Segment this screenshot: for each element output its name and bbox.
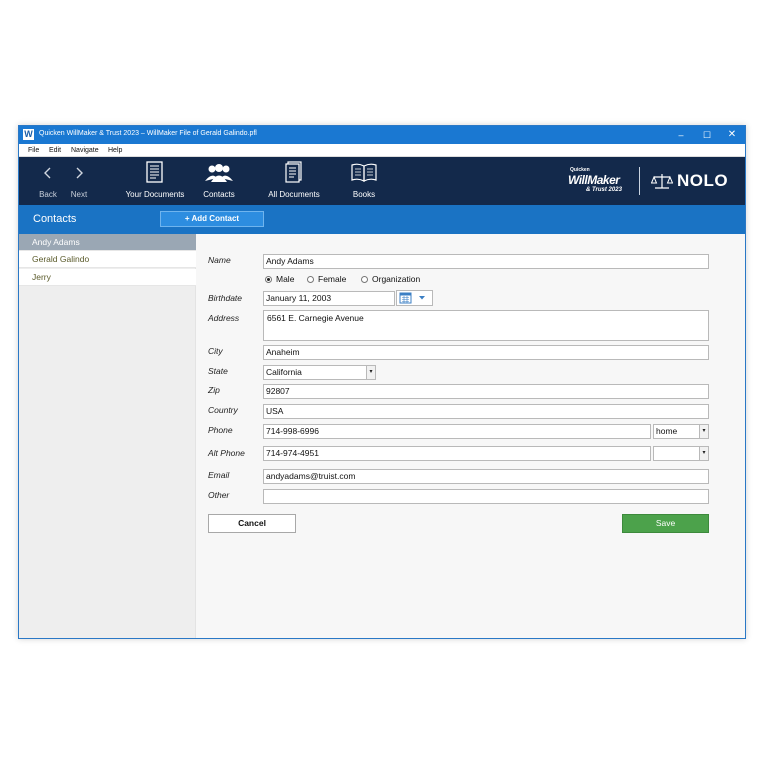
email-label: Email	[208, 470, 230, 480]
gender-male-radio[interactable]: Male	[265, 274, 294, 284]
radio-selected-icon	[265, 275, 272, 283]
alt-phone-input[interactable]: 714-974-4951	[263, 446, 651, 461]
contact-item-gerald-galindo[interactable]: Gerald Galindo	[19, 251, 196, 268]
city-input[interactable]: Anaheim	[263, 345, 709, 360]
save-button[interactable]: Save	[622, 514, 709, 533]
radio-icon	[361, 275, 368, 283]
brand-nolo: NOLO	[677, 171, 729, 190]
scales-icon	[651, 174, 673, 189]
documents-icon	[259, 161, 329, 185]
dropdown-arrow-icon: ▾	[699, 447, 708, 460]
back-label: Back	[39, 190, 57, 199]
address-label: Address	[208, 313, 240, 323]
gender-female-label: Female	[318, 274, 347, 284]
title-bar: W Quicken WillMaker & Trust 2023 – WillM…	[19, 126, 745, 144]
birthdate-input[interactable]: January 11, 2003	[263, 291, 395, 306]
next-label: Next	[70, 190, 88, 199]
state-label: State	[208, 366, 228, 376]
all-documents-label: All Documents	[268, 190, 320, 199]
brand-divider	[639, 167, 640, 195]
gender-organization-radio[interactable]: Organization	[361, 274, 420, 284]
phone-input[interactable]: 714-998-6996	[263, 424, 651, 439]
next-button[interactable]: Next	[64, 157, 94, 205]
gender-male-label: Male	[276, 274, 295, 284]
contact-item-jerry[interactable]: Jerry	[19, 269, 196, 286]
contacts-label: Contacts	[203, 190, 235, 199]
zip-label: Zip	[208, 385, 220, 395]
maximize-button[interactable]: ☐	[694, 126, 720, 144]
alt-phone-label: Alt Phone	[208, 448, 245, 458]
state-value: California	[266, 367, 302, 377]
alt-phone-type-select[interactable]: ▾	[653, 446, 709, 461]
name-input[interactable]: Andy Adams	[263, 254, 709, 269]
contacts-button[interactable]: Contacts	[194, 157, 244, 205]
minimize-button[interactable]: –	[668, 126, 694, 144]
radio-icon	[307, 275, 314, 283]
name-label: Name	[208, 255, 231, 265]
menu-bar: File Edit Navigate Help	[19, 144, 745, 157]
document-icon	[107, 161, 203, 185]
zip-input[interactable]: 92807	[263, 384, 709, 399]
menu-help[interactable]: Help	[108, 147, 122, 154]
phone-type-value: home	[656, 426, 678, 436]
calendar-icon	[399, 292, 425, 304]
contacts-icon	[194, 161, 244, 185]
menu-file[interactable]: File	[28, 147, 39, 154]
cancel-button[interactable]: Cancel	[208, 514, 296, 533]
your-documents-button[interactable]: Your Documents	[107, 157, 203, 205]
brand-trust: & Trust 2023	[586, 187, 622, 193]
willmaker-logo: Quicken WillMaker & Trust 2023	[568, 167, 634, 195]
address-textarea[interactable]: 6561 E. Carnegie Avenue	[263, 310, 709, 341]
books-button[interactable]: Books	[345, 157, 383, 205]
app-window: W Quicken WillMaker & Trust 2023 – WillM…	[18, 125, 746, 639]
brand-willmaker: WillMaker	[568, 173, 620, 187]
menu-edit[interactable]: Edit	[49, 147, 61, 154]
dropdown-arrow-icon: ▾	[699, 425, 708, 438]
chevron-left-icon	[33, 161, 63, 185]
dropdown-arrow-icon: ▾	[366, 366, 375, 379]
toolbar: Back Next Your Documents Contacts All Do…	[19, 157, 745, 205]
phone-label: Phone	[208, 425, 233, 435]
your-documents-label: Your Documents	[125, 190, 185, 199]
state-select[interactable]: California ▾	[263, 365, 376, 380]
country-input[interactable]: USA	[263, 404, 709, 419]
contacts-list: Andy Adams Gerald Galindo Jerry	[19, 234, 196, 638]
nolo-logo: NOLO	[651, 169, 728, 193]
back-button[interactable]: Back	[33, 157, 63, 205]
email-input[interactable]: andyadams@truist.com	[263, 469, 709, 484]
page-title: Contacts	[33, 213, 77, 225]
chevron-right-icon	[64, 161, 94, 185]
all-documents-button[interactable]: All Documents	[259, 157, 329, 205]
add-contact-button[interactable]: + Add Contact	[160, 211, 264, 227]
city-label: City	[208, 346, 223, 356]
book-icon	[345, 161, 383, 185]
phone-type-select[interactable]: home ▾	[653, 424, 709, 439]
section-header: Contacts + Add Contact	[19, 205, 745, 234]
country-label: Country	[208, 405, 238, 415]
birthdate-label: Birthdate	[208, 293, 243, 303]
books-label: Books	[352, 190, 376, 199]
calendar-button[interactable]	[396, 290, 433, 306]
app-icon: W	[23, 129, 34, 140]
contact-item-andy-adams[interactable]: Andy Adams	[19, 234, 196, 251]
other-input[interactable]	[263, 489, 709, 504]
other-label: Other	[208, 490, 230, 500]
contact-form: Name Andy Adams Male Female Organization…	[196, 234, 745, 638]
window-title: Quicken WillMaker & Trust 2023 – WillMak…	[39, 130, 257, 137]
gender-organization-label: Organization	[372, 274, 421, 284]
close-button[interactable]: ✕	[719, 126, 745, 144]
gender-female-radio[interactable]: Female	[307, 274, 346, 284]
menu-navigate[interactable]: Navigate	[71, 147, 99, 154]
